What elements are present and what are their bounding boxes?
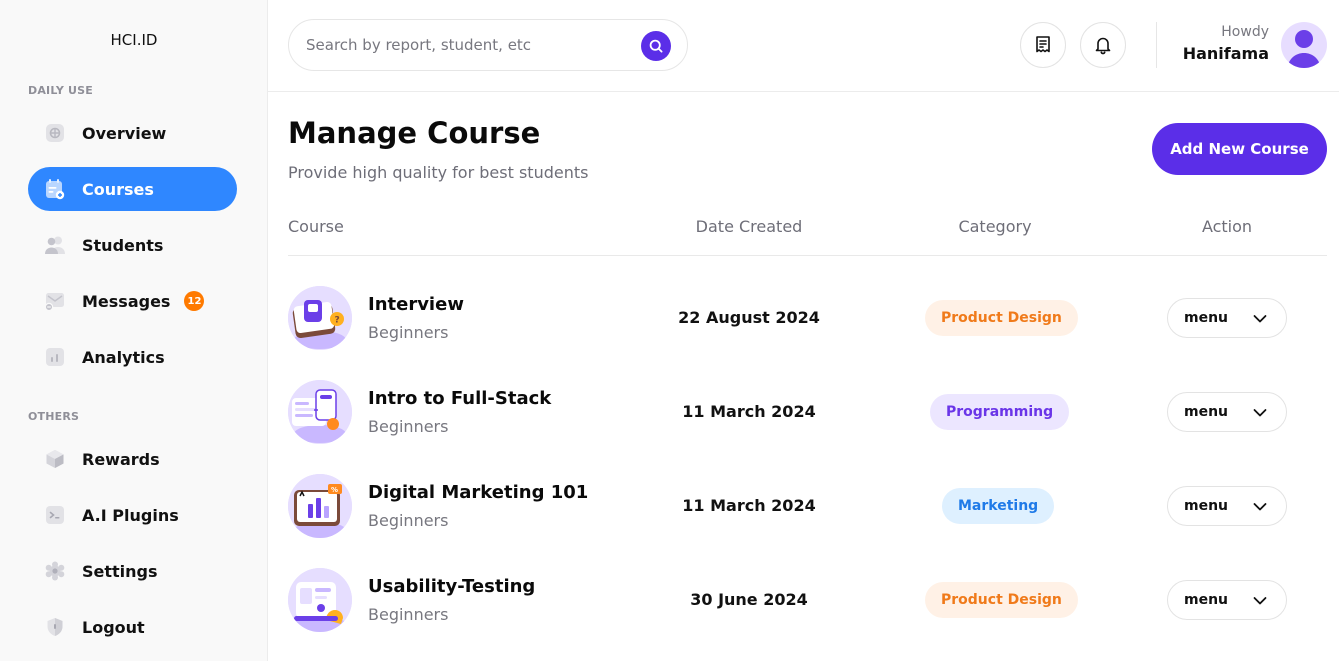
overview-icon [44, 122, 66, 144]
reports-button[interactable] [1020, 22, 1066, 68]
course-level: Beginners [368, 323, 449, 342]
row-action-menu[interactable]: menu [1167, 392, 1287, 432]
course-thumbnail-usability-testing [288, 568, 352, 632]
category-badge: Marketing [942, 488, 1055, 524]
sidebar-item-label: Logout [82, 617, 145, 637]
gear-icon [44, 560, 66, 582]
analytics-icon [44, 346, 66, 368]
sidebar-item-logout[interactable]: Logout [28, 605, 237, 649]
sidebar-item-label: A.I Plugins [82, 505, 179, 525]
sidebar-item-label: Messages [82, 291, 171, 311]
table-row: Usability-Testing Beginners 30 June 2024… [288, 568, 1327, 632]
column-header-course: Course [288, 217, 344, 236]
course-date: 30 June 2024 [690, 590, 808, 609]
course-title[interactable]: Intro to Full-Stack [368, 388, 551, 409]
course-level: Beginners [368, 605, 449, 624]
sidebar-item-label: Courses [82, 179, 154, 199]
sidebar-item-analytics[interactable]: Analytics [28, 335, 237, 379]
chevron-down-icon [1252, 311, 1268, 331]
course-thumbnail-intro-to-full-stack [288, 380, 352, 444]
course-thumbnail-interview: ? [288, 286, 352, 350]
sidebar-item-label: Overview [82, 123, 167, 143]
table-row: ? Interview Beginners 22 August 2024 Pro… [288, 286, 1327, 350]
chevron-down-icon [1252, 405, 1268, 425]
course-date: 11 March 2024 [682, 402, 816, 421]
avatar[interactable] [1281, 22, 1327, 68]
column-header-date-created: Date Created [695, 217, 803, 236]
add-new-course-button[interactable]: Add New Course [1152, 123, 1327, 175]
sidebar-item-label: Analytics [82, 347, 165, 367]
menu-label: menu [1184, 592, 1229, 608]
course-title[interactable]: Interview [368, 294, 464, 315]
course-title[interactable]: Usability-Testing [368, 576, 535, 597]
receipt-icon [1034, 35, 1052, 55]
terminal-icon [44, 504, 66, 526]
menu-label: menu [1184, 498, 1229, 514]
course-date: 11 March 2024 [682, 496, 816, 515]
sidebar-item-students[interactable]: Students [28, 223, 237, 267]
divider [1156, 22, 1157, 68]
table-row: % Digital Marketing 101 Beginners 11 Mar… [288, 474, 1327, 538]
column-header-category: Category [958, 217, 1032, 236]
search-input[interactable] [306, 36, 626, 54]
sidebar-item-courses[interactable]: Courses [28, 167, 237, 211]
row-action-menu[interactable]: menu [1167, 298, 1287, 338]
students-icon [44, 234, 66, 256]
search-button[interactable] [641, 31, 671, 61]
sidebar-item-messages[interactable]: Messages 12 [28, 279, 237, 323]
row-action-menu[interactable]: menu [1167, 580, 1287, 620]
section-label-daily-use: DAILY USE [28, 84, 93, 97]
svg-text:%: % [331, 486, 338, 494]
header-divider [288, 255, 1327, 256]
courses-icon [44, 178, 66, 200]
course-thumbnail-digital-marketing-101: % [288, 474, 352, 538]
sidebar-item-rewards[interactable]: Rewards [28, 437, 237, 481]
chevron-down-icon [1252, 499, 1268, 519]
sidebar: HCI.ID DAILY USE Overview Courses Studen… [0, 0, 268, 661]
shield-icon [44, 616, 66, 638]
notifications-button[interactable] [1080, 22, 1126, 68]
sidebar-item-label: Students [82, 235, 164, 255]
page-title: Manage Course [288, 116, 541, 150]
search-icon [649, 39, 663, 53]
bell-icon [1094, 35, 1112, 55]
rewards-icon [44, 448, 66, 470]
sidebar-item-label: Settings [82, 561, 158, 581]
sidebar-item-overview[interactable]: Overview [28, 111, 237, 155]
category-badge: Programming [930, 394, 1070, 430]
menu-label: menu [1184, 310, 1229, 326]
category-badge: Product Design [925, 582, 1078, 618]
course-date: 22 August 2024 [678, 308, 820, 327]
unread-count-badge: 12 [184, 291, 205, 311]
course-level: Beginners [368, 511, 449, 530]
column-header-action: Action [1201, 217, 1253, 236]
greeting-text: Howdy [1221, 24, 1269, 40]
sidebar-item-label: Rewards [82, 449, 160, 469]
table-row: Intro to Full-Stack Beginners 11 March 2… [288, 380, 1327, 444]
page-subtitle: Provide high quality for best students [288, 163, 589, 182]
search-bar [288, 19, 688, 71]
messages-icon [44, 290, 66, 312]
category-badge: Product Design [925, 300, 1078, 336]
section-label-others: OTHERS [28, 410, 80, 423]
course-level: Beginners [368, 417, 449, 436]
brand-logo: HCI.ID [110, 31, 158, 49]
menu-label: menu [1184, 404, 1229, 420]
top-bar: Howdy Hanifama [268, 0, 1339, 92]
user-name[interactable]: Hanifama [1183, 44, 1269, 63]
sidebar-item-ai-plugins[interactable]: A.I Plugins [28, 493, 237, 537]
svg-text:?: ? [335, 316, 340, 326]
course-title[interactable]: Digital Marketing 101 [368, 482, 588, 503]
sidebar-item-settings[interactable]: Settings [28, 549, 237, 593]
row-action-menu[interactable]: menu [1167, 486, 1287, 526]
chevron-down-icon [1252, 593, 1268, 613]
